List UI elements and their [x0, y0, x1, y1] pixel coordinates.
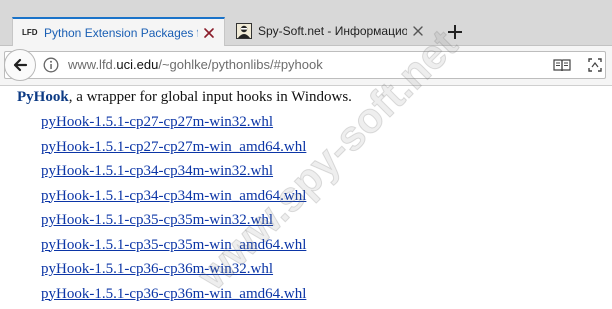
download-link[interactable]: pyHook-1.5.1-cp34-cp34m-win32.whl: [41, 163, 273, 179]
reader-view-icon[interactable]: [553, 57, 571, 73]
url-path: /~gohlke/pythonlibs/#pyhook: [158, 57, 323, 72]
navigation-bar: www.lfd.uci.edu/~gohlke/pythonlibs/#pyho…: [0, 46, 612, 86]
close-icon[interactable]: [411, 24, 425, 38]
file-list: pyHook-1.5.1-cp27-cp27m-win32.whl pyHook…: [41, 113, 306, 309]
lfd-favicon-icon: LFD: [22, 28, 38, 37]
url-prefix: www.lfd.: [68, 57, 117, 72]
list-item: pyHook-1.5.1-cp27-cp27m-win_amd64.whl: [41, 138, 306, 163]
tab-strip: LFD Python Extension Packages f Spy-Soft…: [0, 0, 612, 46]
back-arrow-icon: [13, 58, 28, 72]
page-content: PyHook, a wrapper for global input hooks…: [0, 86, 612, 309]
new-tab-plus-icon[interactable]: [445, 22, 465, 42]
url-text[interactable]: www.lfd.uci.edu/~gohlke/pythonlibs/#pyho…: [68, 57, 323, 72]
tab-title: Spy-Soft.net - Информацион: [258, 24, 407, 38]
tab-python-extension-packages[interactable]: LFD Python Extension Packages f: [12, 17, 225, 46]
list-item: pyHook-1.5.1-cp36-cp36m-win_amd64.whl: [41, 285, 306, 309]
download-link[interactable]: pyHook-1.5.1-cp27-cp27m-win_amd64.whl: [41, 139, 306, 155]
package-name-link[interactable]: PyHook: [17, 89, 69, 105]
download-link[interactable]: pyHook-1.5.1-cp36-cp36m-win_amd64.whl: [41, 286, 306, 302]
download-link[interactable]: pyHook-1.5.1-cp35-cp35m-win_amd64.whl: [41, 237, 306, 253]
download-link[interactable]: pyHook-1.5.1-cp27-cp27m-win32.whl: [41, 114, 273, 130]
list-item: pyHook-1.5.1-cp35-cp35m-win_amd64.whl: [41, 236, 306, 261]
screenshot-icon[interactable]: [587, 57, 603, 73]
package-description: , a wrapper for global input hooks in Wi…: [68, 89, 352, 105]
url-host: uci.edu: [116, 57, 159, 72]
download-link[interactable]: pyHook-1.5.1-cp35-cp35m-win32.whl: [41, 212, 273, 228]
list-item: pyHook-1.5.1-cp35-cp35m-win32.whl: [41, 211, 306, 236]
download-link[interactable]: pyHook-1.5.1-cp34-cp34m-win_amd64.whl: [41, 188, 306, 204]
list-item: pyHook-1.5.1-cp36-cp36m-win32.whl: [41, 260, 306, 285]
url-bar[interactable]: www.lfd.uci.edu/~gohlke/pythonlibs/#pyho…: [4, 49, 606, 81]
package-heading: PyHook, a wrapper for global input hooks…: [17, 89, 352, 106]
list-item: pyHook-1.5.1-cp34-cp34m-win32.whl: [41, 162, 306, 187]
list-item: pyHook-1.5.1-cp27-cp27m-win32.whl: [41, 113, 306, 138]
back-button[interactable]: [4, 49, 36, 81]
close-icon[interactable]: [202, 26, 216, 40]
list-item: pyHook-1.5.1-cp34-cp34m-win_amd64.whl: [41, 187, 306, 212]
tab-spy-soft[interactable]: Spy-Soft.net - Информацион: [227, 17, 433, 45]
download-link[interactable]: pyHook-1.5.1-cp36-cp36m-win32.whl: [41, 261, 273, 277]
info-icon[interactable]: [43, 57, 59, 73]
tab-title: Python Extension Packages f: [44, 25, 198, 40]
spy-soft-favicon-icon: [236, 23, 252, 39]
